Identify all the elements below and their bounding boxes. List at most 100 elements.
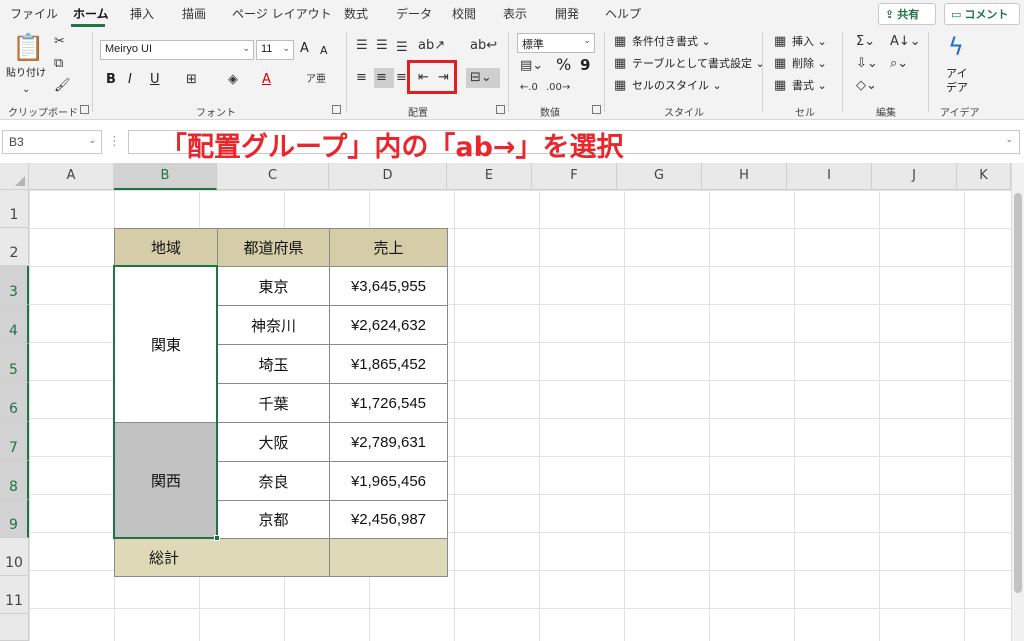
format-painter-icon[interactable]: 🖌 <box>54 78 71 94</box>
align-bottom-icon[interactable]: ☰ <box>396 40 408 56</box>
increase-font-button[interactable]: A <box>300 41 309 57</box>
cell-styles-button[interactable]: セルのスタイル ⌄ <box>632 78 722 94</box>
prefecture-cell[interactable]: 大阪 <box>217 422 330 462</box>
tab-view[interactable]: 表示 <box>503 5 527 22</box>
prefecture-cell[interactable]: 神奈川 <box>217 305 330 345</box>
prefecture-cell[interactable]: 京都 <box>217 500 330 539</box>
orientation-icon[interactable]: ab↗ <box>418 38 445 54</box>
tab-insert[interactable]: 挿入 <box>130 5 154 22</box>
table-header-sales[interactable]: 売上 <box>329 228 448 267</box>
paste-icon[interactable]: 📋 <box>12 34 44 62</box>
autosum-icon[interactable]: Σ⌄ <box>856 34 875 50</box>
sort-filter-icon[interactable]: A↓⌄ <box>890 34 921 50</box>
sales-cell[interactable]: ¥1,965,456 <box>329 461 448 501</box>
fill-color-icon[interactable]: ◈ <box>228 72 238 88</box>
total-value-cell[interactable] <box>329 538 448 577</box>
row-header[interactable]: 7 <box>0 422 29 461</box>
column-header[interactable]: H <box>702 163 787 190</box>
column-header[interactable]: A <box>29 163 114 190</box>
column-header[interactable]: D <box>329 163 447 190</box>
tab-data[interactable]: データ <box>396 5 432 22</box>
alignment-launcher-icon[interactable] <box>496 105 505 114</box>
row-header[interactable] <box>0 614 29 641</box>
align-top-icon[interactable]: ☰ <box>356 38 368 54</box>
align-middle-icon[interactable]: ☰ <box>376 38 388 54</box>
clear-icon[interactable]: ◇⌄ <box>856 78 877 94</box>
italic-button[interactable]: I <box>128 72 132 88</box>
tab-home[interactable]: ホーム <box>73 5 109 22</box>
clipboard-launcher-icon[interactable] <box>80 105 89 114</box>
align-right-icon[interactable]: ≡ <box>396 70 407 86</box>
number-launcher-icon[interactable] <box>592 105 601 114</box>
tab-page-layout[interactable]: ページ レイアウト <box>232 5 332 22</box>
column-header[interactable]: G <box>617 163 702 190</box>
column-header[interactable]: K <box>957 163 1011 190</box>
paste-dropdown-icon[interactable]: ⌄ <box>22 82 30 98</box>
ideas-label-2[interactable]: デア <box>946 80 968 96</box>
share-button[interactable]: ⇪ 共有 <box>878 3 936 25</box>
fill-handle[interactable] <box>214 535 220 541</box>
column-header[interactable]: I <box>787 163 872 190</box>
insert-cells-button[interactable]: 挿入 ⌄ <box>792 34 827 50</box>
percent-button[interactable]: % <box>556 57 571 73</box>
name-box[interactable]: B3 ⌄ <box>2 130 102 154</box>
column-header[interactable]: J <box>872 163 957 190</box>
column-header[interactable]: B <box>114 163 217 190</box>
format-cells-button[interactable]: 書式 ⌄ <box>792 78 827 94</box>
sales-cell[interactable]: ¥2,789,631 <box>329 422 448 462</box>
prefecture-cell[interactable]: 埼玉 <box>217 344 330 384</box>
phonetic-icon[interactable]: ア亜 <box>306 72 326 88</box>
row-header[interactable]: 10 <box>0 538 29 576</box>
column-header[interactable]: E <box>447 163 532 190</box>
row-header[interactable]: 1 <box>0 190 29 228</box>
row-header[interactable]: 3 <box>0 266 29 305</box>
cut-icon[interactable]: ✂ <box>54 34 65 50</box>
table-header-prefecture[interactable]: 都道府県 <box>217 228 330 267</box>
comment-button[interactable]: ▭ コメント <box>944 3 1020 25</box>
ideas-icon[interactable]: ϟ <box>948 34 964 60</box>
conditional-format-button[interactable]: 条件付き書式 ⌄ <box>632 34 711 50</box>
row-header[interactable]: 4 <box>0 305 29 344</box>
sales-cell[interactable]: ¥2,624,632 <box>329 305 448 345</box>
fill-icon[interactable]: ⇩⌄ <box>856 56 878 72</box>
select-all-corner[interactable] <box>0 163 29 190</box>
find-select-icon[interactable]: ⌕⌄ <box>890 56 908 72</box>
sales-cell[interactable]: ¥2,456,987 <box>329 500 448 539</box>
font-color-icon[interactable]: A <box>262 72 271 88</box>
format-as-table-button[interactable]: テーブルとして書式設定 ⌄ <box>632 56 765 72</box>
sales-cell[interactable]: ¥3,645,955 <box>329 266 448 306</box>
align-left-icon[interactable]: ≡ <box>356 70 367 86</box>
column-header[interactable]: F <box>532 163 617 190</box>
font-name-select[interactable]: Meiryo UI ⌄ <box>100 40 254 60</box>
vertical-scrollbar[interactable] <box>1011 163 1024 641</box>
copy-icon[interactable]: ⧉ <box>54 56 63 72</box>
increase-decimal-icon[interactable]: ←.0 <box>520 80 538 96</box>
wrap-text-icon[interactable]: ab↩ <box>470 38 497 54</box>
sales-cell[interactable]: ¥1,865,452 <box>329 344 448 384</box>
font-size-select[interactable]: 11 ⌄ <box>256 40 294 60</box>
tab-review[interactable]: 校閲 <box>452 5 476 22</box>
underline-button[interactable]: U <box>150 72 160 88</box>
prefecture-cell[interactable]: 東京 <box>217 266 330 306</box>
borders-icon[interactable]: ⊞ <box>186 72 197 88</box>
merge-center-icon[interactable]: ⊟⌄ <box>470 70 492 86</box>
prefecture-cell[interactable]: 奈良 <box>217 461 330 501</box>
tab-file[interactable]: ファイル <box>10 5 58 22</box>
row-header[interactable]: 8 <box>0 461 29 500</box>
bold-button[interactable]: B <box>106 72 116 88</box>
row-header[interactable]: 5 <box>0 344 29 383</box>
tab-draw[interactable]: 描画 <box>182 5 206 22</box>
decrease-font-button[interactable]: A <box>320 43 328 59</box>
decrease-decimal-icon[interactable]: .00→ <box>546 80 570 96</box>
row-header[interactable]: 2 <box>0 228 29 266</box>
row-header[interactable]: 6 <box>0 383 29 422</box>
row-header[interactable]: 9 <box>0 500 29 538</box>
currency-icon[interactable]: ▤⌄ <box>520 58 543 74</box>
chevron-down-icon[interactable]: ⌄ <box>1005 135 1013 145</box>
comma-button[interactable]: 9 <box>580 57 590 73</box>
paste-button[interactable]: 貼り付け <box>6 66 46 82</box>
tab-formulas[interactable]: 数式 <box>344 5 368 22</box>
tab-help[interactable]: ヘルプ <box>605 5 641 22</box>
delete-cells-button[interactable]: 削除 ⌄ <box>792 56 827 72</box>
column-header[interactable]: C <box>217 163 329 190</box>
